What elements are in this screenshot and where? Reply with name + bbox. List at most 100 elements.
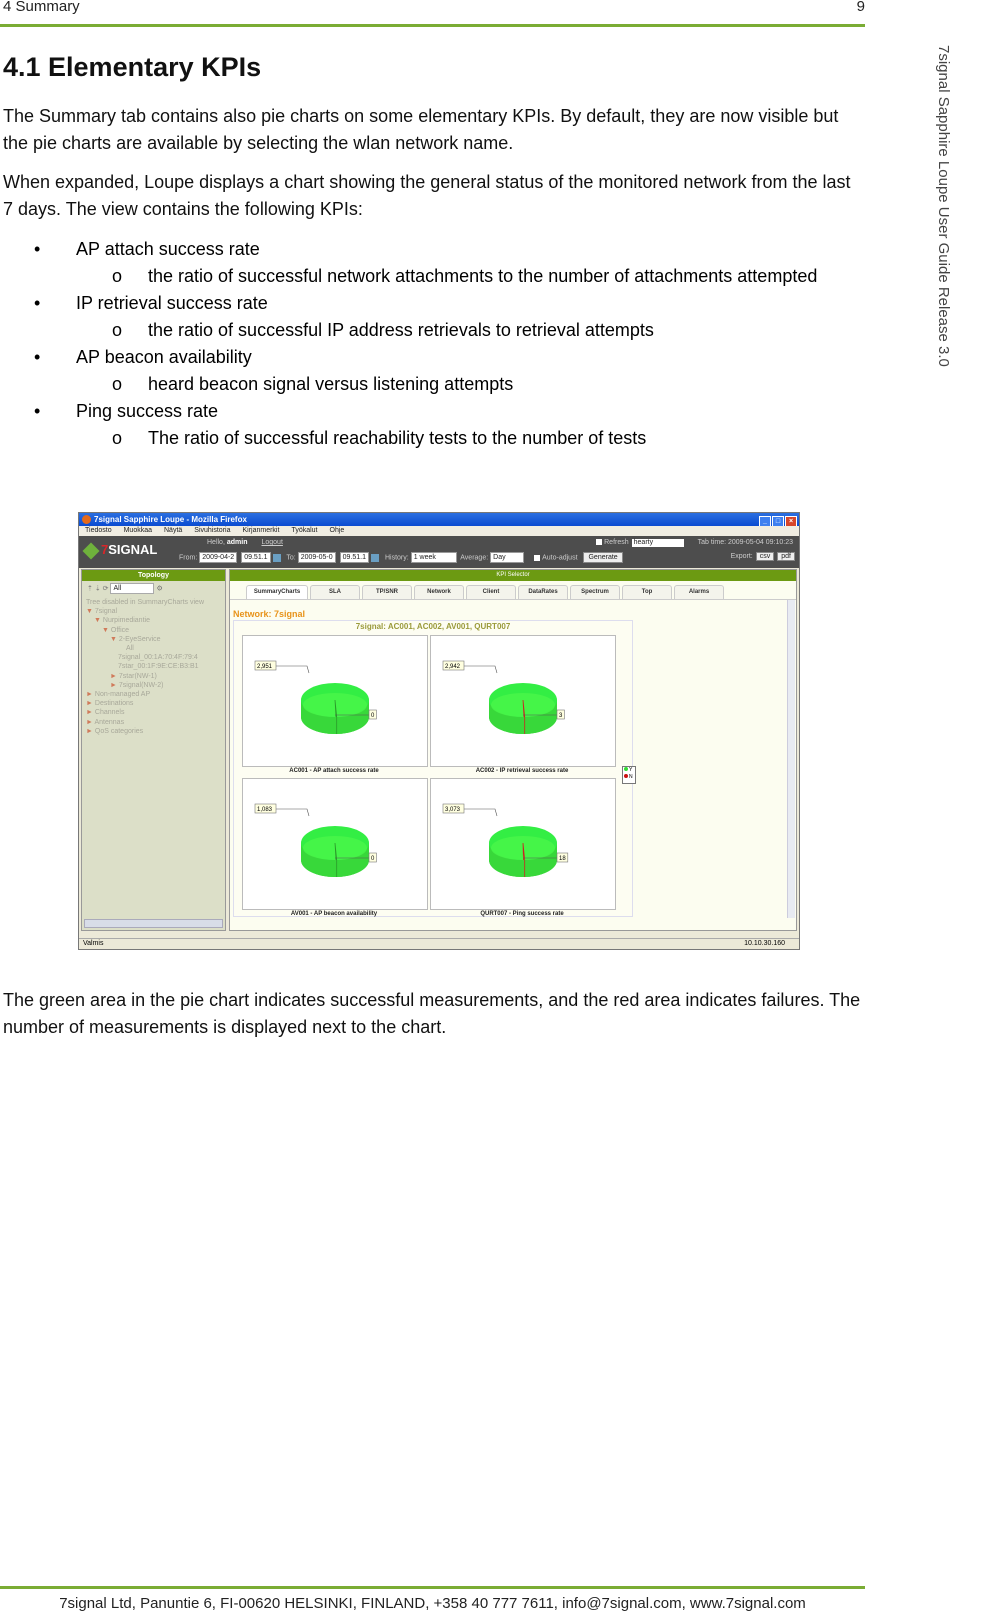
tree-node[interactable]: 7star_00:1F:9E:CE:B3:B1 [86, 662, 221, 671]
to-date-input[interactable]: 2009-05-0 [297, 552, 336, 563]
tab-sla[interactable]: SLA [310, 585, 360, 599]
refresh-checkbox[interactable] [596, 539, 603, 546]
window-title: 7signal Sapphire Loupe - Mozilla Firefox [94, 515, 247, 524]
pie-svg: 3,073 18 [442, 803, 569, 877]
to-time-input[interactable]: 09.51.1 [339, 552, 370, 563]
tree-node-label: 7star(NW-1) [118, 672, 157, 680]
tree-expand-icon[interactable]: ▼ [102, 627, 109, 634]
tree-node[interactable]: ► Non-managed AP [86, 690, 221, 699]
menu-bar: Tiedosto Muokkaa Näytä Sivuhistoria Kirjanme… [79, 526, 799, 536]
menu-item[interactable]: Muokkaa [124, 527, 152, 534]
tree-node[interactable]: ▼ 2-EyeService [86, 635, 221, 644]
tree-node[interactable]: ► 7star(NW-1) [86, 672, 221, 681]
average-label: Average: [460, 554, 489, 562]
export-label: Export: [730, 553, 753, 560]
app-screenshot: 7signal Sapphire Loupe - Mozilla Firefox… [78, 512, 800, 950]
calendar-icon[interactable] [272, 553, 281, 562]
topology-toolbar: ⇡ ⇣ ⟳ All ⚙ [82, 583, 225, 595]
tree-node[interactable]: 7signal_00:1A:70:4F:79:4 [86, 653, 221, 662]
menu-item[interactable]: Tiedosto [85, 527, 112, 534]
window-titlebar: 7signal Sapphire Loupe - Mozilla Firefox… [79, 513, 799, 528]
tree-node[interactable]: ► Channels [86, 708, 221, 717]
tree-node[interactable]: ▼ Nurpimediantie [86, 616, 221, 625]
menu-item[interactable]: Näytä [164, 527, 182, 534]
tree-expand-icon[interactable]: ► [86, 700, 93, 707]
settings-icon[interactable]: ⚙ [156, 585, 162, 592]
user-greeting: Hello, admin Logout [207, 539, 283, 546]
tree-expand-icon[interactable]: ► [110, 673, 117, 680]
tree-expand-icon[interactable]: ► [110, 682, 117, 689]
auto-adjust-checkbox[interactable] [534, 554, 541, 561]
tree-expand-icon[interactable]: ▼ [94, 617, 101, 624]
topology-filter-select[interactable]: All [110, 583, 155, 594]
side-title-text: 7signal Sapphire Loupe User Guide Releas… [935, 45, 952, 367]
tab-top[interactable]: Top [622, 585, 672, 599]
tree-node-label: QoS categories [94, 727, 144, 735]
kpi-name: AP attach success rate [76, 239, 260, 259]
tab-client[interactable]: Client [466, 585, 516, 599]
refresh-select[interactable]: hearty [631, 539, 684, 547]
kpi-detail-text: the ratio of successful network attachme… [148, 266, 818, 286]
tree-expand-icon[interactable]: ► [86, 719, 93, 726]
menu-item[interactable]: Sivuhistoria [194, 527, 230, 534]
export-pdf-button[interactable]: pdf [777, 552, 795, 561]
tree-node[interactable]: ► 7signal(NW-2) [86, 681, 221, 690]
menu-item[interactable]: Työkalut [291, 527, 317, 534]
pie-chart: 3,073 18 [430, 778, 616, 910]
closing-paragraph: The green area in the pie chart indicate… [3, 990, 861, 1037]
kpi-bullet: • Ping success rate [0, 398, 865, 425]
failure-count-label: 3 [556, 709, 565, 720]
vertical-scrollbar[interactable] [787, 600, 795, 918]
tab-alarms[interactable]: Alarms [674, 585, 724, 599]
tree-node[interactable]: ► Destinations [86, 699, 221, 708]
export-controls: Export: csv pdf [731, 552, 795, 561]
calendar-icon[interactable] [371, 553, 380, 562]
expand-icon[interactable]: ⇡ [87, 585, 93, 592]
auto-adjust-label: Auto-adjust [542, 554, 578, 562]
side-title: 7signal Sapphire Loupe User Guide Releas… [935, 45, 965, 385]
tree-node[interactable]: All [86, 644, 221, 653]
user-name: admin [226, 539, 248, 546]
kpi-list: • AP attach success rate o the ratio of suc… [0, 236, 865, 452]
generate-button[interactable]: Generate [583, 552, 623, 563]
logout-link[interactable]: Logout [261, 539, 282, 546]
horizontal-scrollbar[interactable] [84, 919, 223, 928]
tab-network[interactable]: Network [414, 585, 464, 599]
history-select[interactable]: 1 week [410, 552, 457, 563]
tree-node: Tree disabled in SummaryCharts view [86, 598, 221, 607]
tree-node[interactable]: ▼ Office [86, 626, 221, 635]
network-label: Network: 7signal [233, 609, 306, 619]
from-time-input[interactable]: 09.51.1 [241, 552, 271, 563]
pie-chart: 2,942 3 [430, 635, 616, 767]
menu-item[interactable]: Ohje [330, 527, 345, 534]
collapse-icon[interactable]: ⇣ [95, 585, 101, 592]
tree-node[interactable]: ► QoS categories [86, 727, 221, 736]
tab-summarycharts[interactable]: SummaryCharts [246, 585, 308, 599]
tab-tp-snr[interactable]: TP/SNR [362, 585, 412, 599]
leader-line-success [273, 808, 310, 817]
tree-expand-icon[interactable]: ► [86, 728, 93, 735]
tab-time: Tab time: 2009-05-04 09:10:23 [697, 539, 793, 546]
status-bar: Valmis 10.10.30.160 [79, 938, 799, 949]
tab-datarates[interactable]: DataRates [518, 585, 568, 599]
tree-node-label: 7signal(NW-2) [118, 681, 164, 689]
tree-expand-icon[interactable]: ▼ [86, 608, 93, 615]
tree-node-label: 2-EyeService [118, 635, 161, 643]
page-footer: 7signal Ltd, Panuntie 6, FI-00620 HELSIN… [59, 1595, 806, 1612]
average-select[interactable]: Day [490, 552, 525, 563]
tree-node[interactable]: ▼ 7signal [86, 607, 221, 616]
firefox-icon [82, 515, 91, 524]
tree-expand-icon[interactable]: ► [86, 709, 93, 716]
tree-node[interactable]: ► Antennas [86, 718, 221, 727]
history-label: History: [384, 554, 409, 562]
logo-text: SIGNAL [108, 542, 158, 557]
export-csv-button[interactable]: csv [755, 552, 775, 561]
refresh-icon[interactable]: ⟳ [103, 585, 109, 592]
success-count-label-text: 2,951 [257, 664, 273, 670]
kpi-bullet: • AP attach success rate [0, 236, 865, 263]
menu-item[interactable]: Kirjanmerkit [242, 527, 279, 534]
tree-expand-icon[interactable]: ▼ [110, 636, 117, 643]
tab-spectrum[interactable]: Spectrum [570, 585, 620, 599]
from-date-input[interactable]: 2009-04-2 [199, 552, 238, 563]
tree-expand-icon[interactable]: ► [86, 691, 93, 698]
